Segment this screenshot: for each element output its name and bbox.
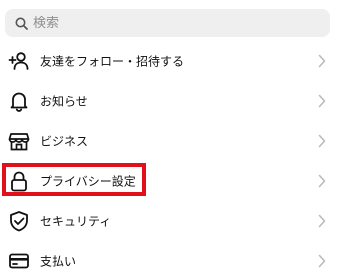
chevron-right-icon [318,94,326,108]
bell-icon [8,90,30,112]
menu-item-label: お知らせ [40,94,88,109]
menu-item-business[interactable]: ビジネス [0,121,340,161]
menu-item-follow-invite-friends[interactable]: 友達をフォロー・招待する [0,41,340,81]
menu-item-notifications[interactable]: お知らせ [0,81,340,121]
menu-item-label: ビジネス [40,134,89,149]
menu-item-security[interactable]: セキュリティ [0,201,340,241]
add-person-icon [8,50,30,72]
highlight-box [2,163,146,196]
menu-item-label: セキュリティ [40,214,112,229]
search-bar[interactable] [5,9,330,37]
search-input[interactable] [33,15,293,31]
chevron-right-icon [318,214,326,228]
shield-check-icon [8,210,30,232]
menu-item-label: 友達をフォロー・招待する [40,54,185,69]
chevron-right-icon [318,254,326,268]
shop-icon [8,130,30,152]
chevron-right-icon [318,54,326,68]
menu-item-payments[interactable]: 支払い [0,241,340,280]
settings-screen: 友達をフォロー・招待する お知らせ [0,0,340,280]
chevron-right-icon [318,134,326,148]
menu-item-label: 支払い [40,254,77,269]
credit-card-icon [8,250,30,272]
search-icon [14,16,28,30]
settings-menu: 友達をフォロー・招待する お知らせ ビジネス プライバシー設定 セキュリティ 支… [0,41,340,280]
chevron-right-icon [318,174,326,188]
